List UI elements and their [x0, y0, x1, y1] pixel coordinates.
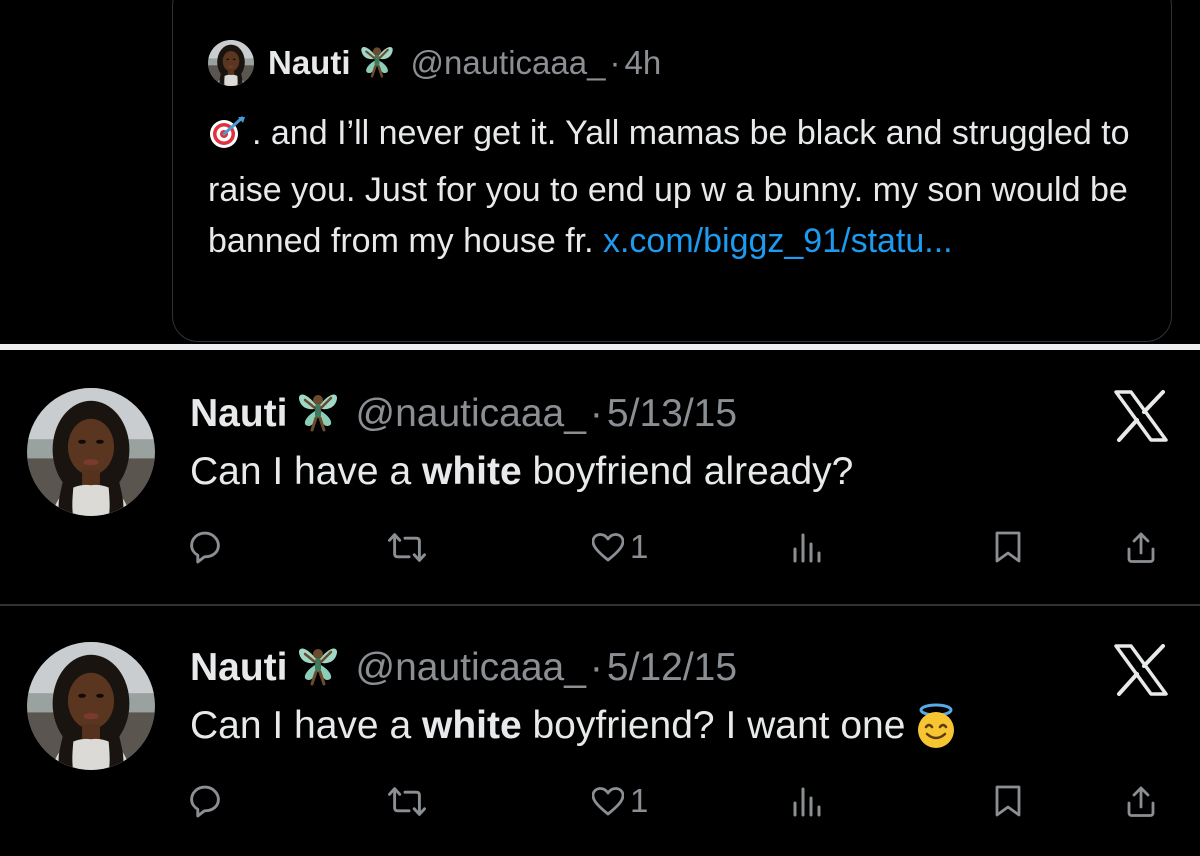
- post-date[interactable]: 5/12/15: [607, 646, 737, 690]
- heart-icon: [592, 532, 624, 562]
- share-button[interactable]: [1126, 522, 1156, 572]
- views-button[interactable]: [792, 776, 822, 826]
- x-logo-icon[interactable]: [1114, 644, 1168, 696]
- bookmark-icon: [994, 531, 1022, 563]
- quoted-tweet-text: . and I’ll never get it. Yall mamas be b…: [208, 108, 1138, 267]
- smiling-face-with-halo-icon: [911, 700, 961, 764]
- author-name[interactable]: Nauti: [190, 646, 288, 690]
- fairy-emoji-icon: [357, 40, 397, 86]
- tweet-text: Can I have a white boyfriend already?: [190, 446, 853, 498]
- x-logo-icon[interactable]: [1114, 390, 1168, 442]
- like-button[interactable]: 1: [592, 776, 648, 826]
- tweet-text-start: Can I have a: [190, 450, 422, 493]
- separator-dot: ·: [589, 646, 603, 689]
- quoted-tweet-header: Nauti @nauticaaa_ · 4h: [208, 40, 661, 86]
- section-divider: [0, 344, 1200, 350]
- tweet-text-start: Can I have a: [190, 704, 422, 747]
- retweet-icon: [388, 785, 426, 817]
- author-handle[interactable]: @nauticaaa_: [411, 44, 606, 82]
- tweet-text-end: boyfriend already?: [521, 450, 854, 493]
- avatar[interactable]: [27, 642, 155, 770]
- fairy-emoji-icon: [294, 640, 342, 696]
- direct-hit-emoji-icon: [208, 114, 248, 165]
- separator-dot: ·: [609, 44, 621, 81]
- tweet-header: Nauti @nauticaaa_ · 5/12/15: [190, 642, 737, 694]
- author-name[interactable]: Nauti: [190, 392, 288, 436]
- reply-button[interactable]: [190, 776, 220, 826]
- tweet-text-bold: white: [421, 450, 522, 493]
- tweet-header: Nauti @nauticaaa_ · 5/13/15: [190, 388, 737, 440]
- retweet-button[interactable]: [388, 776, 426, 826]
- share-icon: [1126, 531, 1156, 564]
- tweet-actions: 1: [0, 776, 1200, 826]
- author-name[interactable]: Nauti: [268, 44, 351, 82]
- separator-dot: ·: [589, 392, 603, 435]
- views-icon: [792, 785, 822, 817]
- like-count: 1: [630, 782, 649, 819]
- heart-icon: [592, 786, 624, 816]
- quoted-tweet-link[interactable]: x.com/biggz_91/statu...: [603, 222, 953, 260]
- author-handle[interactable]: @nauticaaa_: [356, 392, 586, 436]
- tweet-card[interactable]: Nauti @nauticaaa_ · 5/12/15 Can I have a…: [0, 606, 1200, 856]
- reply-icon: [190, 530, 220, 564]
- like-count: 1: [630, 528, 649, 565]
- tweet-actions: 1: [0, 522, 1200, 572]
- views-button[interactable]: [792, 522, 822, 572]
- retweet-button[interactable]: [388, 522, 426, 572]
- bookmark-button[interactable]: [994, 522, 1022, 572]
- share-button[interactable]: [1126, 776, 1156, 826]
- bookmark-button[interactable]: [994, 776, 1022, 826]
- fairy-emoji-icon: [294, 386, 342, 442]
- avatar[interactable]: [27, 388, 155, 516]
- share-icon: [1126, 785, 1156, 818]
- tweet-text-bold: white: [421, 704, 522, 747]
- bookmark-icon: [994, 785, 1022, 817]
- tweet-text-end: boyfriend? I want one: [521, 704, 906, 747]
- retweet-icon: [388, 531, 426, 563]
- post-time[interactable]: 4h: [624, 44, 661, 82]
- author-handle[interactable]: @nauticaaa_: [356, 646, 586, 690]
- avatar[interactable]: [208, 40, 254, 86]
- tweet-card[interactable]: Nauti @nauticaaa_ · 5/13/15 Can I have a…: [0, 352, 1200, 602]
- post-date[interactable]: 5/13/15: [607, 392, 737, 436]
- reply-icon: [190, 784, 220, 818]
- reply-button[interactable]: [190, 522, 220, 572]
- like-button[interactable]: 1: [592, 522, 648, 572]
- tweet-text: Can I have a white boyfriend? I want one: [190, 700, 961, 764]
- views-icon: [792, 531, 822, 563]
